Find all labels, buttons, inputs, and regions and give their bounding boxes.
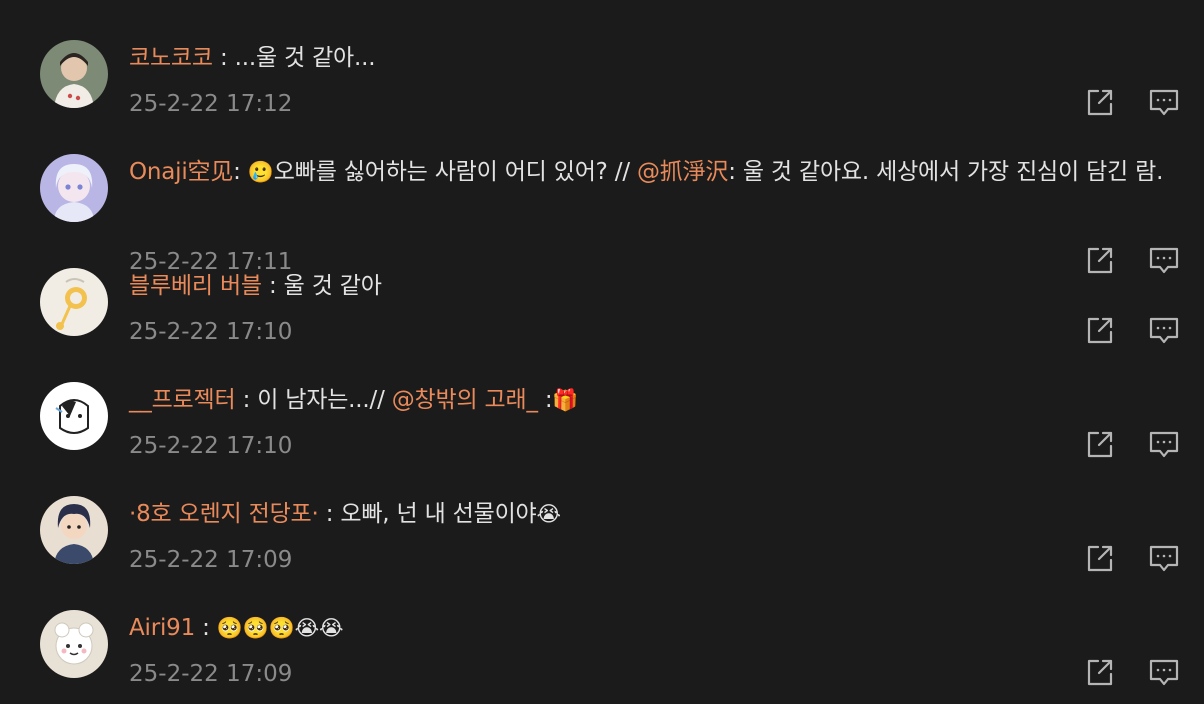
emoji: 🥺🥺🥺😭😭: [216, 616, 344, 640]
timestamp: 25-2-22 17:10: [129, 319, 293, 345]
timestamp: 25-2-22 17:12: [129, 91, 293, 117]
comment-item: 블루베리 버블 : 울 것 같아 25-2-22 17:10: [0, 248, 1204, 362]
mention-link[interactable]: @창밖의 고래_: [392, 387, 538, 413]
comment-text: Onaji空见: 🥲오빠를 싫어하는 사람이 어디 있어? // @抓淨沢: 울…: [129, 151, 1204, 193]
emoji: 😭: [536, 502, 562, 526]
separator: :: [235, 387, 258, 413]
comment-item: 코노코코 : ...울 것 같아... 25-2-22 17:12: [0, 20, 1204, 134]
username[interactable]: 블루베리 버블: [129, 273, 262, 299]
avatar[interactable]: [40, 496, 108, 564]
reply-comment-icon[interactable]: [1148, 314, 1180, 346]
comment-item: Airi91 : 🥺🥺🥺😭😭 25-2-22 17:09: [0, 590, 1204, 704]
emoji: 🎁: [552, 388, 579, 412]
comment-text: ·8호 오렌지 전당포· : 오빠, 넌 내 선물이야😭: [129, 493, 1204, 535]
share-icon[interactable]: [1084, 428, 1116, 460]
separator: :: [318, 501, 341, 527]
comment-item: Onaji空见: 🥲오빠를 싫어하는 사람이 어디 있어? // @抓淨沢: 울…: [0, 134, 1204, 275]
comment-item: __프로젝터 : 이 남자는...// @창밖의 고래_ :🎁 25-2-22 …: [0, 362, 1204, 476]
separator: :: [261, 273, 284, 299]
timestamp: 25-2-22 17:09: [129, 547, 293, 573]
reply-comment-icon[interactable]: [1148, 86, 1180, 118]
username[interactable]: Airi91: [129, 615, 195, 641]
comment-text: __프로젝터 : 이 남자는...// @창밖의 고래_ :🎁: [129, 379, 1204, 421]
avatar[interactable]: [40, 40, 108, 108]
comment-body: 오빠를 싫어하는 사람이 어디 있어? //: [273, 159, 637, 185]
mention-link[interactable]: @抓淨沢: [637, 159, 728, 185]
comment-text: Airi91 : 🥺🥺🥺😭😭: [129, 607, 1204, 649]
username[interactable]: 코노코코: [129, 45, 213, 71]
reply-comment-icon[interactable]: [1148, 656, 1180, 688]
comment-body: 오빠, 넌 내 선물이야: [340, 501, 537, 527]
username[interactable]: Onaji空见: [129, 159, 233, 185]
share-icon[interactable]: [1084, 656, 1116, 688]
reply-comment-icon[interactable]: [1148, 542, 1180, 574]
avatar[interactable]: [40, 382, 108, 450]
comment-body-continued: :: [537, 387, 553, 413]
comment-item: ·8호 오렌지 전당포· : 오빠, 넌 내 선물이야😭 25-2-22 17:…: [0, 476, 1204, 590]
comment-body-end: 람.: [1135, 159, 1164, 185]
timestamp: 25-2-22 17:10: [129, 433, 293, 459]
comment-body: ...울 것 같아...: [234, 45, 376, 71]
username[interactable]: __프로젝터: [129, 387, 236, 413]
share-icon[interactable]: [1084, 86, 1116, 118]
comment-text: 블루베리 버블 : 울 것 같아: [129, 265, 1204, 307]
comment-body: 이 남자는...//: [257, 387, 392, 413]
avatar[interactable]: [40, 610, 108, 678]
comment-body-continued: : 울 것 같아요. 세상에서 가장 진심이 담긴: [728, 159, 1136, 185]
share-icon[interactable]: [1084, 314, 1116, 346]
emoji: 🥲: [247, 160, 274, 184]
comment-text: 코노코코 : ...울 것 같아...: [129, 37, 1204, 79]
reply-comment-icon[interactable]: [1148, 428, 1180, 460]
separator: :: [195, 615, 217, 641]
comment-list: 코노코코 : ...울 것 같아... 25-2-22 17:12 Onaji空…: [0, 0, 1204, 704]
timestamp: 25-2-22 17:09: [129, 661, 293, 687]
comment-body: 울 것 같아: [283, 273, 382, 299]
avatar[interactable]: [40, 154, 108, 222]
avatar[interactable]: [40, 268, 108, 336]
separator: :: [233, 159, 248, 185]
username[interactable]: ·8호 오렌지 전당포·: [129, 501, 319, 527]
share-icon[interactable]: [1084, 542, 1116, 574]
separator: :: [212, 45, 235, 71]
